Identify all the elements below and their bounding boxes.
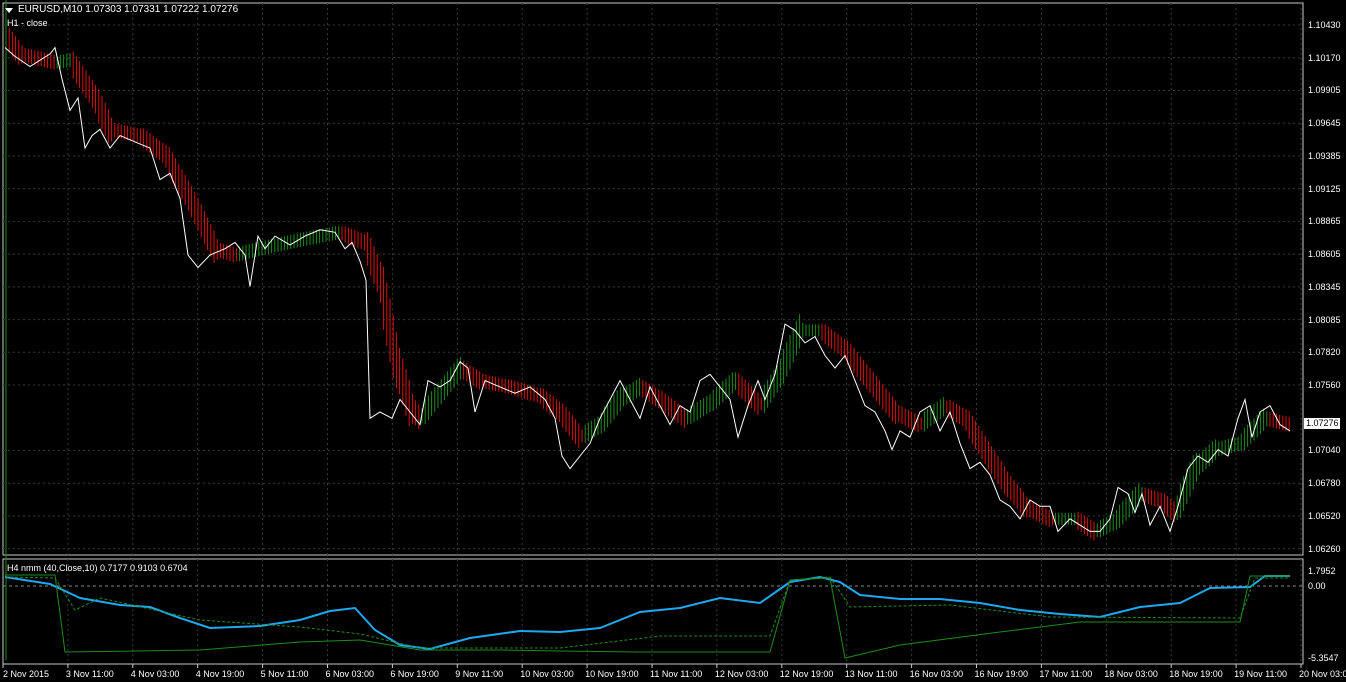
subwindow-indicator-label: H4 nmm (40,Close,10) 0.7177 0.9103 0.670…	[7, 563, 188, 573]
time-axis-label: 12 Nov 03:00	[714, 669, 769, 679]
time-axis-label: 11 Nov 11:00	[650, 669, 703, 679]
subwindow-axis-label: 0.00	[1308, 581, 1326, 591]
time-axis-label: 4 Nov 19:00	[195, 669, 245, 679]
price-axis-label: 1.06260	[1308, 543, 1341, 554]
chevron-down-icon[interactable]	[5, 8, 13, 13]
time-axis-label: 3 Nov 11:00	[65, 669, 114, 679]
time-axis-label: 18 Nov 03:00	[1104, 669, 1158, 679]
time-axis-label: 13 Nov 11:00	[844, 669, 898, 679]
time-axis-label: 4 Nov 03:00	[130, 669, 180, 679]
indicator-subtitle: H1 - close	[7, 18, 48, 28]
price-axis-label: 1.08085	[1308, 314, 1341, 325]
price-axis-label: 1.07040	[1308, 445, 1341, 456]
price-axis-label: 1.08865	[1308, 216, 1341, 227]
time-axis-label: 16 Nov 03:00	[909, 669, 964, 679]
time-axis-label: 17 Nov 11:00	[1039, 669, 1093, 679]
time-axis-label: 2 Nov 2015	[3, 669, 50, 679]
price-axis-label: 1.10430	[1308, 20, 1341, 30]
symbol-header: EURUSD,M10 1.07303 1.07331 1.07222 1.072…	[18, 4, 239, 15]
indicator-signal-line	[4, 576, 1290, 649]
time-axis-label: 18 Nov 19:00	[1169, 669, 1223, 679]
time-axis-label: 6 Nov 03:00	[325, 669, 375, 679]
price-axis-label: 1.08345	[1308, 281, 1341, 292]
time-axis-label: 19 Nov 11:00	[1234, 669, 1287, 679]
price-axis-label: 1.09385	[1308, 150, 1341, 161]
price-axis-label: 1.07820	[1308, 347, 1341, 358]
time-axis-label: 10 Nov 03:00	[520, 669, 574, 679]
time-axis-label: 9 Nov 11:00	[455, 669, 504, 679]
subwindow-axis-label: -5.3547	[1308, 653, 1339, 663]
price-axis-label: 1.07560	[1308, 380, 1341, 391]
price-axis-label: 1.06520	[1308, 510, 1341, 521]
price-axis-label: 1.09905	[1308, 85, 1341, 96]
time-axis-label: 12 Nov 19:00	[779, 669, 834, 679]
time-axis-label: 6 Nov 19:00	[390, 669, 439, 679]
price-axis-label: 1.10170	[1308, 52, 1341, 63]
subwindow-axis-label: 1.7952	[1308, 566, 1336, 576]
price-axis-label: 1.06780	[1308, 478, 1341, 489]
time-axis-label: 20 Nov 03:00	[1299, 669, 1346, 679]
time-axis-label: 5 Nov 11:00	[260, 669, 309, 679]
chart-canvas[interactable]	[0, 0, 1346, 682]
price-axis-label: 1.08605	[1308, 249, 1341, 260]
time-axis-label: 16 Nov 19:00	[974, 669, 1029, 679]
time-axis-label: 10 Nov 19:00	[585, 669, 639, 679]
indicator-main-line	[4, 575, 1290, 651]
price-axis-label: 1.09645	[1308, 118, 1341, 129]
price-axis-label: 1.09125	[1308, 183, 1341, 194]
current-price-tag: 1.07276	[1304, 418, 1340, 429]
